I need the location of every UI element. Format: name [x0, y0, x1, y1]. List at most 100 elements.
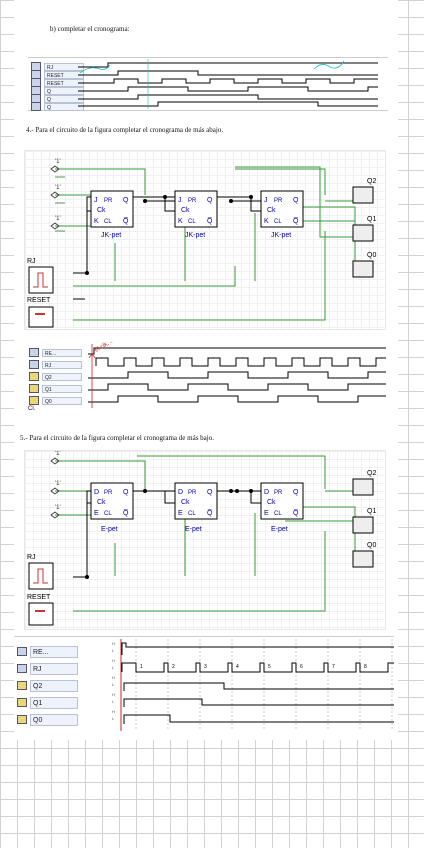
output5-q2-display	[352, 478, 374, 496]
signal-row[interactable]: Q	[28, 100, 84, 113]
circuit-4-diagram: '1' '1' '1' J PR Q Ck K CL Q̅ JK-pet J P…	[24, 150, 386, 330]
svg-text:Q̅: Q̅	[293, 509, 299, 517]
signal-row[interactable]: Q0	[14, 713, 78, 726]
svg-text:Ck: Ck	[267, 207, 276, 214]
output5-q0-display	[352, 550, 374, 568]
svg-text:Ck: Ck	[181, 499, 190, 506]
const-one-label-b: '1'	[55, 185, 61, 191]
signal-name: Q1	[30, 696, 78, 709]
ff3-label: JK-pet	[271, 232, 291, 239]
waveform-1-traces	[78, 59, 378, 109]
logic-level-label: L	[112, 682, 115, 687]
svg-text:Q: Q	[207, 489, 213, 496]
circuit-4-schematic: '1' '1' '1' J PR Q Ck K CL Q̅ JK-pet J P…	[27, 159, 376, 328]
dff1-label: E-pet	[101, 526, 118, 533]
svg-text:Ck: Ck	[97, 499, 106, 506]
d-ff-3: D PR Q Ck E CL Q̅ E-pet	[260, 482, 304, 533]
logic-level-label: H	[112, 641, 115, 646]
output-q0-display	[352, 260, 374, 278]
clock-number-label: 4	[236, 664, 239, 670]
svg-text:Q̅: Q̅	[123, 509, 129, 517]
logic-level-label: H	[112, 709, 115, 714]
waveform-5-signal-list: RE... RJ Q2 Q1 Q0	[14, 645, 106, 730]
svg-text:CL: CL	[274, 511, 282, 517]
signal-row[interactable]: RJ	[14, 662, 78, 675]
circuit-5-schematic: '1' '1' '1' D PR Q Ck E CL Q̅ E-pet D PR…	[27, 451, 376, 626]
svg-text:Q: Q	[123, 489, 129, 496]
svg-text:D: D	[178, 489, 183, 496]
dff3-label: E-pet	[271, 526, 288, 533]
input-signal-icon	[17, 647, 27, 656]
signal-row[interactable]: RE...	[14, 645, 78, 658]
signal-name: RJ	[30, 662, 78, 675]
const-one-label-c: '1'	[55, 216, 61, 222]
svg-text:PR: PR	[274, 198, 283, 204]
signal-name: Q0	[42, 396, 82, 405]
output-q0-label: Q0	[367, 252, 376, 259]
const-one-label-e: '1'	[55, 481, 61, 487]
svg-text:Ck: Ck	[267, 499, 276, 506]
svg-text:Q: Q	[293, 489, 299, 496]
svg-text:Q: Q	[293, 197, 299, 204]
const-one-label-f: '1'	[55, 505, 61, 511]
output-q2-label: Q2	[367, 178, 376, 185]
svg-text:CL: CL	[274, 219, 282, 225]
svg-text:CL: CL	[104, 511, 112, 517]
svg-text:Q̅: Q̅	[123, 217, 129, 225]
exercise-4-title: 4.- Para el circuito de la figura comple…	[26, 126, 224, 134]
circuit-5-diagram: '1' '1' '1' D PR Q Ck E CL Q̅ E-pet D PR…	[24, 450, 386, 630]
signal-row[interactable]: Q2	[14, 679, 78, 692]
const-one-label-d: '1'	[55, 451, 61, 457]
d-ff-1: D PR Q Ck E CL Q̅ E-pet	[90, 482, 134, 533]
svg-text:Q: Q	[123, 197, 129, 204]
output5-q0-label: Q0	[367, 542, 376, 549]
jk-ff-2: J PR Q Ck K CL Q̅ JK-pet	[174, 190, 218, 239]
probe-icon	[29, 384, 39, 393]
output5-q1-label: Q1	[367, 508, 376, 515]
logic-level-label: L	[112, 699, 115, 704]
logic-level-label: L	[112, 665, 115, 670]
svg-text:PR: PR	[274, 490, 283, 496]
signal-name: RE...	[30, 645, 78, 658]
svg-text:CL: CL	[104, 219, 112, 225]
clock-number-label: 7	[332, 664, 335, 670]
clock-number-label: 8	[364, 664, 367, 670]
svg-text:E: E	[264, 510, 269, 517]
waveform-4-signal-list: RE... RJ Q2 Q1 Q0	[26, 346, 86, 406]
input-reset-label: RESET	[27, 297, 51, 304]
output-q1-display	[352, 224, 374, 242]
signal-name: Q2	[30, 679, 78, 692]
signal-name: Q0	[30, 713, 78, 726]
input-reset-switch	[28, 306, 54, 328]
svg-text:PR: PR	[188, 198, 197, 204]
signal-row[interactable]: Q1	[14, 696, 78, 709]
svg-text:K: K	[94, 218, 99, 225]
input5-rj-label: RJ	[27, 554, 36, 561]
input5-rj-clock-source	[28, 562, 54, 590]
svg-text:PR: PR	[104, 198, 113, 204]
waveform-4-bottom-label: Cl.	[28, 406, 36, 412]
svg-text:E: E	[178, 510, 183, 517]
ff1-label: JK-pet	[101, 232, 121, 239]
probe-icon	[17, 715, 27, 724]
svg-text:J: J	[178, 197, 182, 204]
input-signal-icon	[17, 664, 27, 673]
signal-name: Q1	[42, 384, 82, 393]
svg-text:PR: PR	[104, 490, 113, 496]
logic-level-label: H	[112, 658, 115, 663]
svg-text:J: J	[264, 197, 268, 204]
svg-text:Q̅: Q̅	[293, 217, 299, 225]
logic-level-label: L	[112, 716, 115, 721]
clock-number-label: 3	[204, 664, 207, 670]
svg-text:J: J	[94, 197, 98, 204]
svg-text:K: K	[264, 218, 269, 225]
probe-icon	[17, 698, 27, 707]
input-rj-label: RJ	[27, 258, 36, 265]
const-one-label-a: '1'	[55, 159, 61, 165]
clock-number-label: 6	[300, 664, 303, 670]
ff2-label: JK-pet	[185, 232, 205, 239]
svg-text:PR: PR	[188, 490, 197, 496]
logic-level-label: L	[112, 648, 115, 653]
dff2-label: E-pet	[185, 526, 202, 533]
jk-ff-1: J PR Q Ck K CL Q̅ JK-pet	[90, 190, 134, 239]
